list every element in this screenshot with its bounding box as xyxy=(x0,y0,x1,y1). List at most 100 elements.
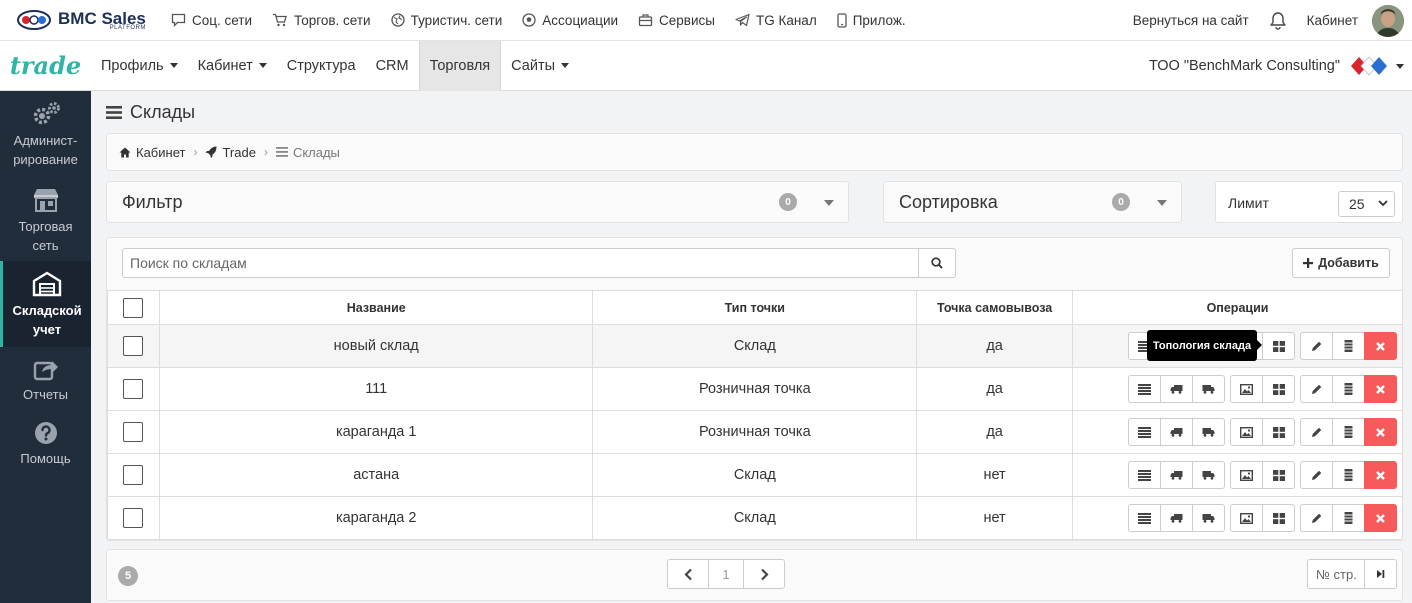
back-to-site-link[interactable]: Вернуться на сайт xyxy=(1133,13,1249,28)
row-checkbox[interactable] xyxy=(123,422,144,442)
sidebar-item-trade-network[interactable]: Торговая сеть xyxy=(0,185,91,255)
filter-count-badge: 0 xyxy=(779,193,797,211)
search-button[interactable] xyxy=(918,248,956,278)
delete-button[interactable] xyxy=(1364,332,1397,360)
row-select-cell xyxy=(107,324,160,368)
avatar[interactable] xyxy=(1372,4,1404,37)
sidebar-item-reports[interactable]: Отчеты xyxy=(0,357,91,407)
table-row[interactable]: астана Склад нет xyxy=(107,453,1403,497)
outgoing-button[interactable] xyxy=(1192,418,1225,446)
warehouse-name: астана xyxy=(158,453,594,497)
edit-button[interactable] xyxy=(1300,461,1333,489)
incoming-button[interactable] xyxy=(1160,418,1193,446)
image-button[interactable] xyxy=(1230,375,1263,403)
details-button[interactable] xyxy=(1128,418,1161,446)
add-button[interactable]: Добавить xyxy=(1292,248,1390,278)
edit-button[interactable] xyxy=(1300,418,1333,446)
delete-button[interactable] xyxy=(1364,461,1397,489)
book-icon xyxy=(1344,383,1353,395)
table-row[interactable]: караганда 1 Розничная точка да xyxy=(107,410,1403,454)
top-link-label: Соц. сети xyxy=(192,12,253,28)
outgoing-button[interactable] xyxy=(1192,461,1225,489)
top-link-tg-channel[interactable]: TG Канал xyxy=(735,13,817,28)
row-checkbox[interactable] xyxy=(123,465,144,485)
book-icon xyxy=(1344,340,1353,352)
column-header-name[interactable]: Название xyxy=(158,290,594,325)
nav-sites[interactable]: Сайты xyxy=(501,41,579,91)
truck-icon xyxy=(1170,471,1183,480)
menu-icon[interactable] xyxy=(106,105,122,119)
table-row[interactable]: караганда 2 Склад нет xyxy=(107,496,1403,540)
table-row[interactable]: 111 Розничная точка да xyxy=(107,367,1403,411)
limit-select[interactable]: 25 xyxy=(1338,191,1395,217)
top-link-apps[interactable]: Прилож. xyxy=(837,13,906,28)
company-selector[interactable]: ТОО "BenchMark Consulting" xyxy=(1149,41,1412,91)
outgoing-button[interactable] xyxy=(1192,504,1225,532)
details-button[interactable] xyxy=(1128,375,1161,403)
brand[interactable]: BMC Sales PLATFORM xyxy=(16,9,166,31)
details-button[interactable] xyxy=(1128,504,1161,532)
journal-button[interactable] xyxy=(1332,461,1365,489)
edit-button[interactable] xyxy=(1300,504,1333,532)
incoming-button[interactable] xyxy=(1160,504,1193,532)
journal-button[interactable] xyxy=(1332,418,1365,446)
truck-icon xyxy=(1202,428,1215,437)
breadcrumb-cabinet[interactable]: Кабинет xyxy=(119,145,185,160)
section-bar: trade Профиль Кабинет Структура CRM Торг… xyxy=(0,40,1412,91)
topology-button[interactable] xyxy=(1262,461,1295,489)
top-link-associations[interactable]: Ассоциации xyxy=(522,13,618,28)
details-button[interactable] xyxy=(1128,461,1161,489)
journal-button[interactable] xyxy=(1332,375,1365,403)
breadcrumb-trade[interactable]: Trade xyxy=(205,145,256,160)
delete-button[interactable] xyxy=(1364,375,1397,403)
filter-panel[interactable]: Фильтр 0 xyxy=(106,181,849,223)
top-link-tourism[interactable]: Туристич. сети xyxy=(390,13,502,28)
row-checkbox[interactable] xyxy=(123,508,144,528)
topology-button[interactable] xyxy=(1262,375,1295,403)
incoming-button[interactable] xyxy=(1160,375,1193,403)
cabinet-link[interactable]: Кабинет xyxy=(1307,13,1358,28)
telegram-icon xyxy=(735,13,750,27)
bell-icon[interactable] xyxy=(1269,11,1287,30)
current-page[interactable]: 1 xyxy=(708,559,744,589)
sidebar-item-administration[interactable]: Админист- рирование xyxy=(0,99,91,169)
sidebar-item-warehouse[interactable]: Складской учет xyxy=(0,261,91,347)
column-header-type[interactable]: Тип точки xyxy=(592,290,918,325)
trade-logo[interactable]: trade xyxy=(0,41,91,91)
delete-button[interactable] xyxy=(1364,418,1397,446)
top-link-social[interactable]: Соц. сети xyxy=(171,13,252,28)
topology-button[interactable] xyxy=(1262,418,1295,446)
image-button[interactable] xyxy=(1230,461,1263,489)
edit-button[interactable] xyxy=(1300,375,1333,403)
row-checkbox[interactable] xyxy=(123,336,144,356)
sort-panel[interactable]: Сортировка 0 xyxy=(883,181,1182,223)
top-link-trade[interactable]: Торгов. сети xyxy=(272,13,371,28)
row-checkbox[interactable] xyxy=(123,379,144,399)
edit-button[interactable] xyxy=(1300,332,1333,360)
top-link-services[interactable]: Сервисы xyxy=(638,13,715,28)
journal-button[interactable] xyxy=(1332,332,1365,360)
outgoing-button[interactable] xyxy=(1192,375,1225,403)
image-button[interactable] xyxy=(1230,418,1263,446)
nav-cabinet[interactable]: Кабинет xyxy=(188,41,277,91)
nav-crm[interactable]: CRM xyxy=(366,41,419,91)
journal-button[interactable] xyxy=(1332,504,1365,532)
nav-label: CRM xyxy=(375,57,409,74)
nav-structure[interactable]: Структура xyxy=(277,41,366,91)
delete-button[interactable] xyxy=(1364,504,1397,532)
column-header-pickup[interactable]: Точка самовывоза xyxy=(916,290,1074,325)
tooltip: Топология склада xyxy=(1147,330,1262,361)
select-all-checkbox[interactable] xyxy=(123,297,144,318)
goto-page-button[interactable] xyxy=(1365,559,1397,589)
prev-page-button[interactable] xyxy=(667,559,709,589)
topology-button[interactable] xyxy=(1262,504,1295,532)
next-page-button[interactable] xyxy=(743,559,785,589)
image-button[interactable] xyxy=(1230,504,1263,532)
sidebar-item-help[interactable]: Помощь xyxy=(0,421,91,471)
search-input[interactable] xyxy=(122,248,919,278)
topology-button[interactable] xyxy=(1262,332,1295,360)
nav-profile[interactable]: Профиль xyxy=(91,41,188,91)
nav-trade[interactable]: Торговля xyxy=(418,40,502,91)
goto-page-input[interactable] xyxy=(1307,559,1365,589)
incoming-button[interactable] xyxy=(1160,461,1193,489)
